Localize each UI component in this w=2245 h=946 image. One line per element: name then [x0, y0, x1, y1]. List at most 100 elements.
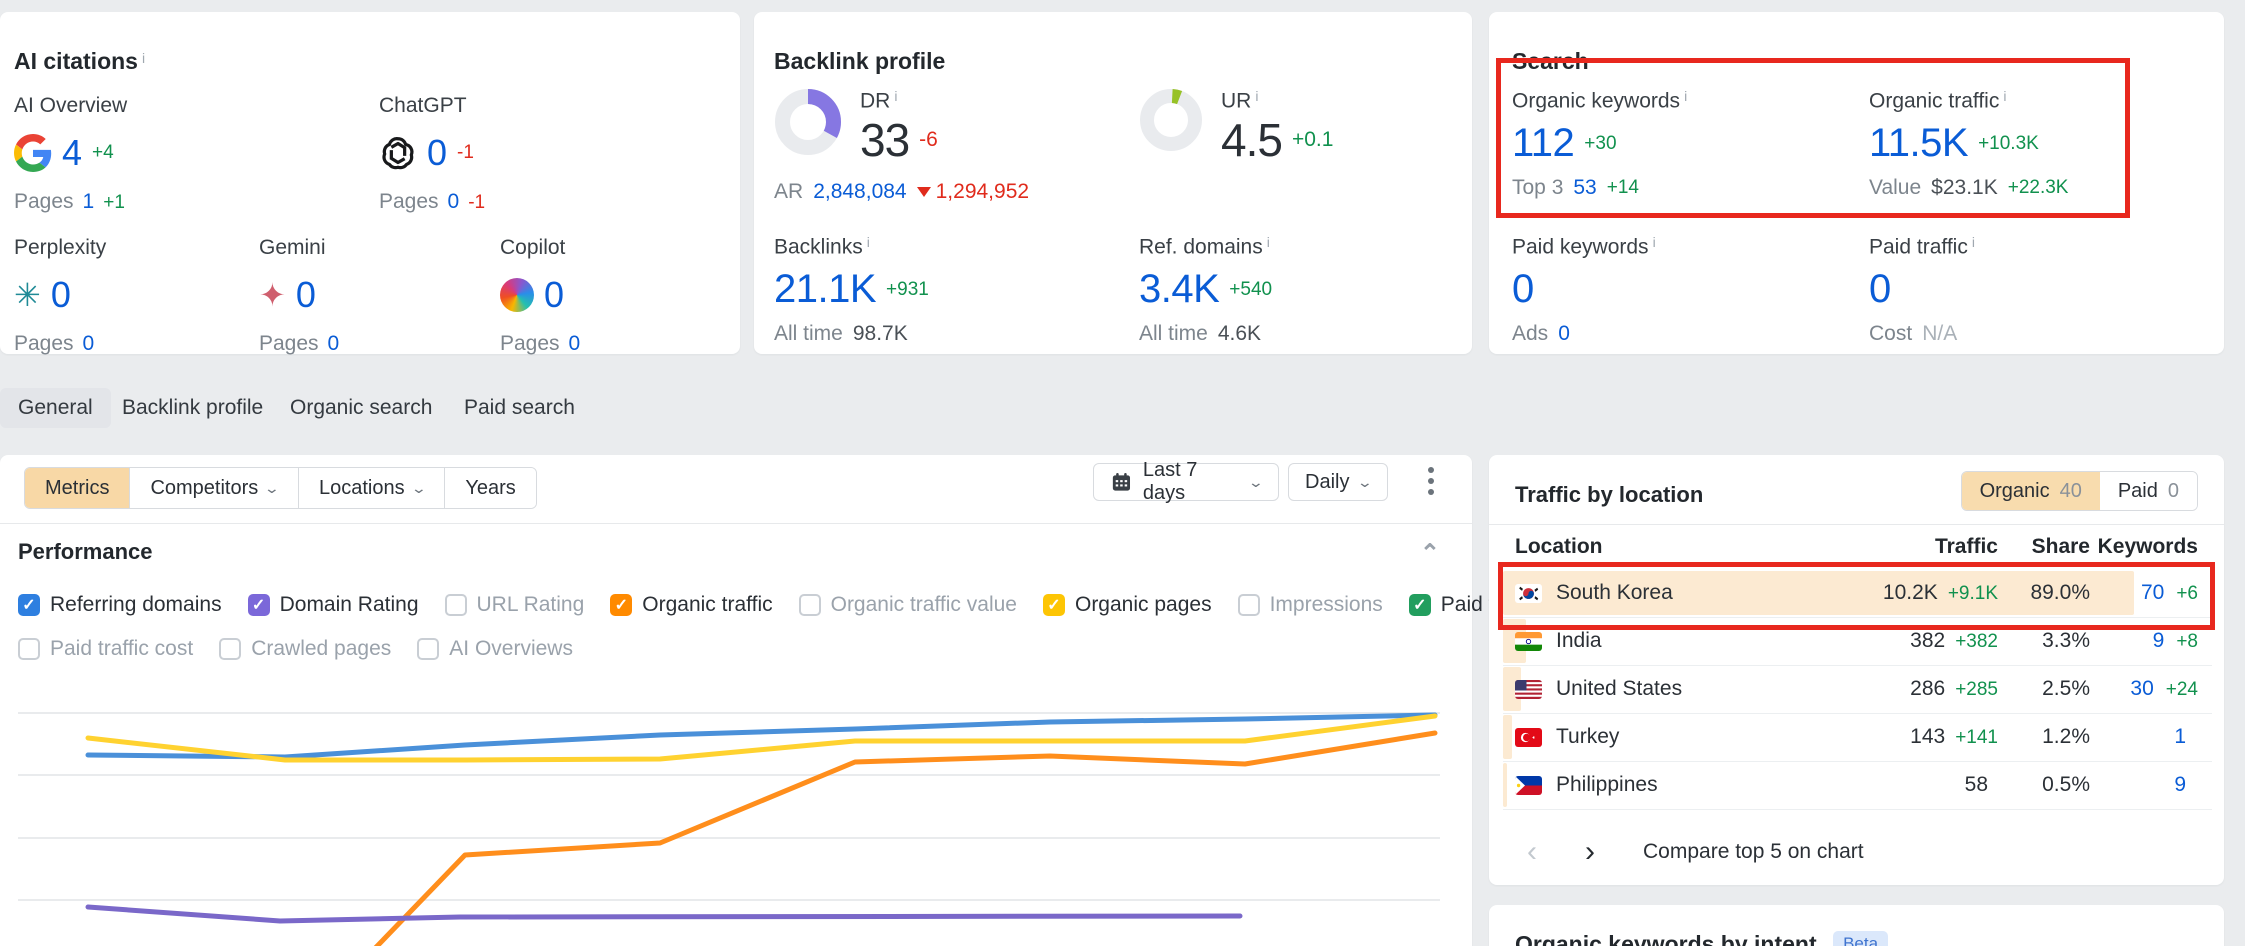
- info-icon[interactable]: i: [1255, 88, 1258, 104]
- segment-years[interactable]: Years: [445, 468, 535, 508]
- metric-crawled-pages[interactable]: Crawled pages: [219, 637, 391, 661]
- ahrefs-rank-value[interactable]: 2,848,084: [813, 180, 906, 204]
- keywords-by-intent-card: Organic keywords by intent Beta: [1489, 905, 2224, 946]
- info-icon[interactable]: i: [142, 50, 145, 66]
- ai-engine-ai-overview: AI Overview 4 +4 Pages 1 +1: [14, 94, 127, 214]
- paid-traffic-value[interactable]: 0: [1869, 267, 1891, 311]
- metric-organic-traffic-value[interactable]: Organic traffic value: [799, 593, 1017, 617]
- backlinks-metric: Backlinksi 21.1K +931 All time 98.7K: [774, 234, 929, 346]
- kebab-menu-icon[interactable]: [1428, 467, 1434, 495]
- keywords-link[interactable]: 70: [2141, 581, 2164, 605]
- ur-metric: URi 4.5 +0.1: [1139, 88, 1333, 167]
- location-row-south-korea[interactable]: South Korea 10.2K+9.1K 89.0% 70+6: [1503, 569, 2212, 617]
- metric-organic-pages[interactable]: ✓Organic pages: [1043, 593, 1212, 617]
- keywords-link[interactable]: 9: [2174, 773, 2186, 797]
- tab-organic-search[interactable]: Organic search: [272, 388, 450, 428]
- info-icon[interactable]: i: [2003, 88, 2006, 104]
- perplexity-citations[interactable]: 0: [51, 274, 71, 316]
- dashboard: AI citationsi AI Overview 4 +4 Pages 1 +…: [0, 0, 2245, 946]
- chatgpt-icon: [379, 134, 417, 172]
- location-row-india[interactable]: India 382+382 3.3% 9+8: [1503, 617, 2212, 665]
- organic-traffic-metric: Organic traffici 11.5K +10.3K Value $23.…: [1869, 88, 2068, 200]
- ai-overview-citations[interactable]: 4: [62, 132, 82, 174]
- philippines-flag-icon: [1515, 776, 1542, 795]
- tab-general[interactable]: General: [0, 388, 111, 428]
- tab-backlink-profile[interactable]: Backlink profile: [104, 388, 281, 428]
- ahrefs-rank-row: AR 2,848,084 1,294,952: [774, 180, 1029, 204]
- location-pager: ‹ › Compare top 5 on chart: [1527, 837, 1864, 867]
- info-icon[interactable]: i: [894, 88, 897, 104]
- paid-traffic-metric: Paid traffici 0 Cost N/A: [1869, 234, 1975, 346]
- info-icon[interactable]: i: [867, 234, 870, 250]
- paid-keywords-value[interactable]: 0: [1512, 267, 1534, 311]
- organic-keywords-value[interactable]: 112: [1512, 121, 1574, 166]
- info-icon[interactable]: i: [1653, 234, 1656, 250]
- location-row-philippines[interactable]: Philippines 58 0.5% 9: [1503, 761, 2212, 809]
- keywords-link[interactable]: 1: [2174, 725, 2186, 749]
- backlinks-value[interactable]: 21.1K: [774, 267, 876, 312]
- info-icon[interactable]: i: [1684, 88, 1687, 104]
- performance-line-chart[interactable]: [0, 455, 1472, 946]
- ref-domains-value[interactable]: 3.4K: [1139, 267, 1219, 312]
- search-card: Search Organic keywordsi 112 +30 Top 3 5…: [1489, 12, 2224, 354]
- ads-count[interactable]: 0: [1558, 322, 1570, 346]
- copilot-citations[interactable]: 0: [544, 274, 564, 316]
- keywords-link[interactable]: 9: [2153, 629, 2165, 653]
- pages-count[interactable]: 0: [448, 190, 460, 214]
- metric-checkbox-row-2: Paid traffic cost Crawled pages AI Overv…: [18, 637, 573, 661]
- pages-count[interactable]: 0: [83, 332, 95, 356]
- tab-paid-search[interactable]: Paid search: [446, 388, 593, 428]
- gemini-citations[interactable]: 0: [296, 274, 316, 316]
- metric-impressions[interactable]: Impressions: [1238, 593, 1383, 617]
- chevron-down-icon: ⌄: [264, 480, 280, 497]
- metric-checkbox-row-1: ✓Referring domains ✓Domain Rating URL Ra…: [18, 593, 1540, 617]
- pages-count[interactable]: 0: [569, 332, 581, 356]
- chatgpt-citations[interactable]: 0: [427, 132, 447, 174]
- info-icon[interactable]: i: [1267, 234, 1270, 250]
- top3-keywords-value[interactable]: 53: [1573, 176, 1596, 200]
- google-icon: [14, 134, 52, 172]
- granularity-button[interactable]: Daily ⌄: [1288, 463, 1388, 501]
- metric-url-rating[interactable]: URL Rating: [445, 593, 585, 617]
- toggle-organic[interactable]: Organic 40: [1962, 472, 2100, 510]
- metric-paid-traffic-cost[interactable]: Paid traffic cost: [18, 637, 193, 661]
- domain-rating-value: 33: [860, 113, 909, 167]
- toggle-paid[interactable]: Paid 0: [2100, 472, 2197, 510]
- backlink-profile-card: Backlink profile DRi 33 -6 AR 2,848,084 …: [754, 12, 1472, 354]
- location-row-united-states[interactable]: United States 286+285 2.5% 30+24: [1503, 665, 2212, 713]
- view-segment-group: Metrics Competitors⌄ Locations⌄ Years: [24, 467, 537, 509]
- next-arrow-icon[interactable]: ›: [1585, 837, 1595, 867]
- segment-metrics[interactable]: Metrics: [25, 468, 130, 508]
- ai-engine-gemini: Gemini ✦ 0 Pages 0: [259, 236, 339, 356]
- prev-arrow-icon[interactable]: ‹: [1527, 837, 1537, 867]
- metric-referring-domains[interactable]: ✓Referring domains: [18, 593, 222, 617]
- calendar-icon: [1110, 470, 1133, 494]
- segment-competitors[interactable]: Competitors⌄: [130, 468, 299, 508]
- dr-metric: DRi 33 -6: [774, 88, 938, 167]
- location-row-turkey[interactable]: Turkey 143+141 1.2% 1: [1503, 713, 2212, 761]
- turkey-flag-icon: [1515, 728, 1542, 747]
- info-icon[interactable]: i: [1972, 234, 1975, 250]
- south-korea-flag-icon: [1515, 584, 1542, 603]
- backlink-profile-title: Backlink profile: [774, 48, 945, 74]
- metric-ai-overviews[interactable]: AI Overviews: [417, 637, 573, 661]
- down-triangle-icon: [917, 187, 931, 197]
- pages-count[interactable]: 1: [83, 190, 95, 214]
- chevron-down-icon: ⌄: [410, 480, 426, 497]
- metric-domain-rating[interactable]: ✓Domain Rating: [248, 593, 419, 617]
- organic-keywords-metric: Organic keywordsi 112 +30 Top 3 53 +14: [1512, 88, 1687, 200]
- paid-keywords-metric: Paid keywordsi 0 Ads 0: [1512, 234, 1656, 346]
- organic-traffic-value[interactable]: 11.5K: [1869, 121, 1968, 166]
- united-states-flag-icon: [1515, 680, 1542, 699]
- traffic-by-location-card: Traffic by location Organic 40 Paid 0 Lo…: [1489, 455, 2224, 885]
- date-range-button[interactable]: Last 7 days ⌄: [1093, 463, 1279, 501]
- keywords-link[interactable]: 30: [2130, 677, 2153, 701]
- collapse-chevron-icon[interactable]: ⌃: [1420, 539, 1440, 568]
- compare-top5-link[interactable]: Compare top 5 on chart: [1643, 840, 1864, 864]
- metric-organic-traffic[interactable]: ✓Organic traffic: [610, 593, 772, 617]
- ai-engine-chatgpt: ChatGPT 0 -1 Pages 0 -1: [379, 94, 485, 214]
- traffic-by-location-title: Traffic by location: [1515, 482, 1703, 507]
- ai-engine-perplexity: Perplexity ✳ 0 Pages 0: [14, 236, 106, 356]
- pages-count[interactable]: 0: [328, 332, 340, 356]
- segment-locations[interactable]: Locations⌄: [299, 468, 445, 508]
